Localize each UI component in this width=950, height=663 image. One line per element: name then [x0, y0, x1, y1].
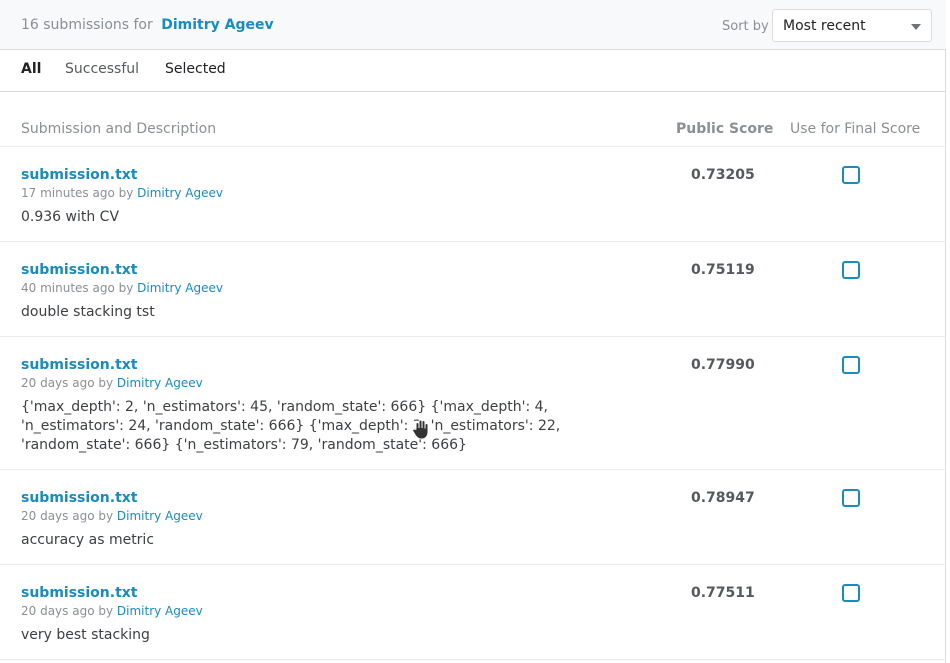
final-score-checkbox[interactable] — [842, 166, 860, 184]
submission-file-link[interactable]: submission.txt — [21, 167, 138, 183]
tab-successful[interactable]: Successful — [65, 61, 139, 77]
final-score-checkbox[interactable] — [842, 489, 860, 507]
submission-time: 20 days ago by — [21, 509, 114, 523]
submission-description: very best stacking — [21, 627, 150, 643]
author-link[interactable]: Dimitry Ageev — [117, 604, 203, 618]
final-score-checkbox[interactable] — [842, 356, 860, 374]
submission-meta: 17 minutes ago by Dimitry Ageev — [21, 186, 223, 200]
author-link[interactable]: Dimitry Ageev — [117, 376, 203, 390]
public-score: 0.77990 — [691, 357, 755, 373]
submission-meta: 20 days ago by Dimitry Ageev — [21, 376, 203, 390]
final-score-checkbox[interactable] — [842, 584, 860, 602]
author-link[interactable]: Dimitry Ageev — [137, 186, 223, 200]
table-row: submission.txt 40 minutes ago by Dimitry… — [0, 242, 946, 337]
submission-time: 17 minutes ago by — [21, 186, 134, 200]
submission-description: {'max_depth': 2, 'n_estimators': 45, 'ra… — [21, 399, 561, 453]
author-link[interactable]: Dimitry Ageev — [137, 281, 223, 295]
count-text: 16 submissions for — [21, 17, 153, 33]
author-link[interactable]: Dimitry Ageev — [117, 509, 203, 523]
submission-meta: 20 days ago by Dimitry Ageev — [21, 509, 203, 523]
submission-time: 20 days ago by — [21, 376, 114, 390]
table-row: submission.txt 20 days ago by Dimitry Ag… — [0, 565, 946, 660]
submission-time: 20 days ago by — [21, 604, 114, 618]
column-final-score: Use for Final Score — [790, 121, 921, 137]
submission-time: 40 minutes ago by — [21, 281, 134, 295]
tab-selected[interactable]: Selected — [165, 61, 226, 77]
user-name-link[interactable]: Dimitry Ageev — [161, 17, 273, 33]
submission-meta: 20 days ago by Dimitry Ageev — [21, 604, 203, 618]
column-submission: Submission and Description — [21, 121, 217, 137]
submission-description: accuracy as metric — [21, 532, 155, 548]
public-score: 0.78947 — [691, 490, 755, 506]
public-score: 0.77511 — [691, 585, 755, 601]
caret-down-icon — [911, 24, 921, 30]
submission-file-link[interactable]: submission.txt — [21, 585, 138, 601]
hand-cursor-icon — [412, 419, 429, 440]
sort-value: Most recent — [783, 18, 866, 34]
table-row: submission.txt 17 minutes ago by Dimitry… — [0, 147, 946, 242]
final-score-checkbox[interactable] — [842, 261, 860, 279]
submission-file-link[interactable]: submission.txt — [21, 490, 138, 506]
submission-meta: 40 minutes ago by Dimitry Ageev — [21, 281, 223, 295]
submission-description: 0.936 with CV — [21, 209, 120, 225]
sort-select[interactable]: Most recent — [772, 9, 932, 42]
tab-all[interactable]: All — [21, 61, 41, 77]
column-public-score: Public Score — [676, 121, 774, 137]
submissions-header: 16 submissions for Dimitry Ageev Sort by… — [0, 0, 946, 50]
submission-file-link[interactable]: submission.txt — [21, 262, 138, 278]
sort-label: Sort by — [722, 19, 769, 34]
submission-description: double stacking tst — [21, 304, 155, 320]
public-score: 0.75119 — [691, 262, 755, 278]
submission-file-link[interactable]: submission.txt — [21, 357, 138, 373]
table-row: submission.txt 20 days ago by Dimitry Ag… — [0, 337, 946, 470]
submission-count: 16 submissions for Dimitry Ageev — [21, 17, 274, 33]
filter-tabs: All Successful Selected — [0, 50, 946, 92]
public-score: 0.73205 — [691, 167, 755, 183]
table-row: submission.txt 20 days ago by Dimitry Ag… — [0, 470, 946, 565]
